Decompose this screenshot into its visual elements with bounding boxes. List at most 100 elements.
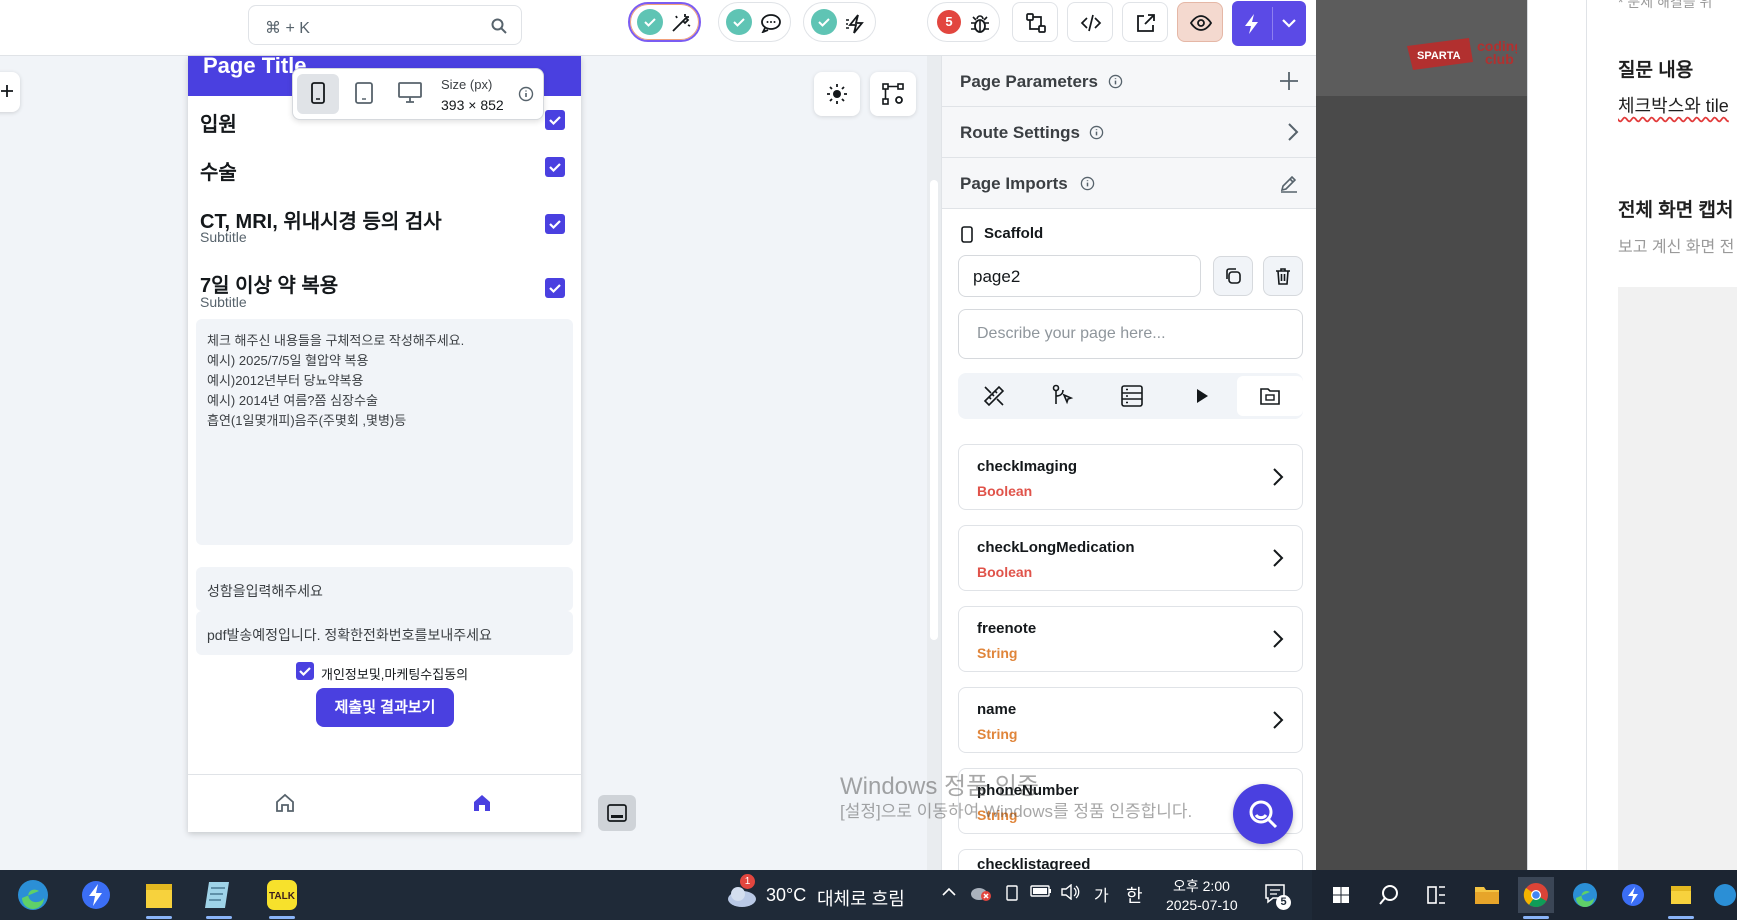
network-offline-icon[interactable] xyxy=(970,884,992,902)
sticky-notes-icon xyxy=(1671,886,1691,904)
bottom-panel-toggle[interactable] xyxy=(598,795,636,831)
device-icon[interactable] xyxy=(1004,884,1020,902)
taskbar-chrome[interactable] xyxy=(1517,876,1555,919)
parameter-item[interactable]: checklistagreed xyxy=(958,849,1303,870)
checkbox-tile[interactable]: 7일 이상 약 복용 Subtitle xyxy=(188,254,581,314)
doc-image-placeholder[interactable] xyxy=(1618,287,1737,870)
open-external-button[interactable] xyxy=(1122,2,1168,42)
ime-language[interactable]: 한 xyxy=(1126,882,1143,908)
info-icon[interactable] xyxy=(1089,125,1104,140)
parameter-item[interactable]: freenote String xyxy=(958,606,1303,672)
weather-description[interactable]: 대체로 흐림 xyxy=(817,885,905,911)
checkbox-tile[interactable]: 수술 xyxy=(188,144,581,188)
flutterflow-icon xyxy=(1622,884,1644,906)
checkbox[interactable] xyxy=(545,278,565,298)
chevron-right-icon[interactable] xyxy=(1272,710,1284,730)
chevron-up-icon[interactable] xyxy=(941,884,957,900)
tab-backend-query[interactable] xyxy=(1099,376,1165,416)
free-note-textarea[interactable]: 체크 해주신 내용들을 구체적으로 작성해주세요. 예시) 2025/7/5일 … xyxy=(196,319,573,545)
ime-mode[interactable]: 가 xyxy=(1094,882,1109,906)
taskbar-search[interactable] xyxy=(1370,876,1408,914)
chevron-right-icon[interactable] xyxy=(1272,467,1284,487)
taskbar-file-explorer[interactable] xyxy=(1468,876,1506,914)
doc-body-text[interactable]: 체크박스와 tile xyxy=(1618,92,1729,118)
search-fab[interactable] xyxy=(1233,784,1293,844)
tab-properties[interactable] xyxy=(961,376,1027,416)
taskbar-task-view[interactable] xyxy=(1417,876,1455,914)
theme-toggle-button[interactable] xyxy=(814,72,860,116)
duplicate-page-button[interactable] xyxy=(1213,256,1253,296)
taskbar-sticky-notes[interactable] xyxy=(140,876,178,919)
delete-page-button[interactable] xyxy=(1263,256,1303,296)
home-icon[interactable] xyxy=(275,793,295,813)
page-imports-section[interactable]: Page Imports xyxy=(942,158,1317,209)
search-shortcut: ⌘ + K xyxy=(265,20,310,37)
page-name-input[interactable]: page2 xyxy=(958,255,1201,297)
name-input[interactable]: 성함을입력해주세요 xyxy=(196,567,573,611)
plus-icon[interactable] xyxy=(1279,71,1299,91)
checkbox[interactable] xyxy=(545,157,565,177)
tab-actions[interactable] xyxy=(1030,376,1096,416)
volume-icon[interactable] xyxy=(1060,884,1080,900)
info-icon[interactable] xyxy=(518,86,534,102)
edit-icon[interactable] xyxy=(1279,173,1299,193)
battery-icon[interactable] xyxy=(1030,884,1052,898)
performance-toggle[interactable] xyxy=(803,2,876,42)
chevron-down-icon[interactable] xyxy=(1282,19,1296,29)
start-button[interactable] xyxy=(1322,876,1360,914)
checkbox[interactable] xyxy=(545,110,565,130)
run-button[interactable] xyxy=(1232,1,1306,46)
tab-page-settings[interactable] xyxy=(1237,376,1303,416)
taskbar-notepad[interactable] xyxy=(200,876,238,919)
trash-icon xyxy=(1276,268,1290,285)
taskbar-app[interactable] xyxy=(1707,876,1737,914)
preview-button[interactable] xyxy=(1177,2,1223,42)
taskbar-sticky-notes[interactable] xyxy=(1662,876,1700,919)
clock-date[interactable]: 2025-07-10 xyxy=(1166,897,1238,913)
checkbox-tile[interactable]: CT, MRI, 위내시경 등의 검사 Subtitle xyxy=(188,192,581,250)
tab-animations[interactable] xyxy=(1168,376,1234,416)
device-phone-button[interactable] xyxy=(297,74,339,114)
command-search[interactable]: ⌘ + K xyxy=(248,5,522,45)
issues-toggle[interactable]: 5 xyxy=(927,2,1000,42)
taskbar-kakaotalk[interactable]: TALK xyxy=(263,876,301,919)
phone-placeholder: pdf발송예정입니다. 정확한전화번호를보내주세요 xyxy=(207,627,492,643)
taskbar-edge[interactable] xyxy=(1566,876,1604,914)
chevron-right-icon[interactable] xyxy=(1287,122,1299,142)
chevron-right-icon[interactable] xyxy=(1272,548,1284,568)
info-icon[interactable] xyxy=(1080,176,1095,191)
info-icon[interactable] xyxy=(1108,74,1123,89)
chevron-right-icon[interactable] xyxy=(1272,629,1284,649)
widget-name: Scaffold xyxy=(984,225,1044,242)
phone-input[interactable]: pdf발송예정입니다. 정확한전화번호를보내주세요 xyxy=(196,611,573,655)
parameter-item[interactable]: name String xyxy=(958,687,1303,753)
ai-agent-toggle[interactable] xyxy=(628,2,701,42)
activation-watermark-title: Windows 정품 인증 xyxy=(840,773,1040,800)
page-description-input[interactable]: Describe your page here... xyxy=(958,309,1303,359)
agree-checkbox[interactable] xyxy=(296,662,314,680)
sparta-text: SPARTA xyxy=(1417,50,1461,62)
param-type: String xyxy=(977,645,1018,661)
checkbox[interactable] xyxy=(545,214,565,234)
edge-icon xyxy=(1573,883,1597,907)
device-tablet-button[interactable] xyxy=(343,74,385,114)
comments-toggle[interactable] xyxy=(718,2,791,42)
canvas-settings-button[interactable] xyxy=(870,72,916,116)
taskbar-flutterflow[interactable] xyxy=(77,876,115,914)
parameter-item[interactable]: checkImaging Boolean xyxy=(958,444,1303,510)
device-desktop-button[interactable] xyxy=(389,74,431,114)
scrollbar-thumb[interactable] xyxy=(930,180,938,640)
desktop-icon xyxy=(398,82,422,103)
parameter-item[interactable]: checkLongMedication Boolean xyxy=(958,525,1303,591)
route-settings-section[interactable]: Route Settings xyxy=(942,107,1317,158)
home-icon-active[interactable] xyxy=(472,793,492,813)
flow-button[interactable] xyxy=(1012,2,1058,42)
code-view-button[interactable] xyxy=(1067,2,1113,42)
taskbar-edge-dev[interactable] xyxy=(14,876,52,914)
page-parameters-section[interactable]: Page Parameters xyxy=(942,56,1317,107)
submit-button[interactable]: 제출및 결과보기 xyxy=(316,688,454,727)
weather-temp[interactable]: 30°C xyxy=(766,885,806,906)
clock-time[interactable]: 오후 2:00 xyxy=(1173,876,1230,896)
add-button[interactable] xyxy=(0,72,20,112)
taskbar-flutterflow[interactable] xyxy=(1614,876,1652,914)
